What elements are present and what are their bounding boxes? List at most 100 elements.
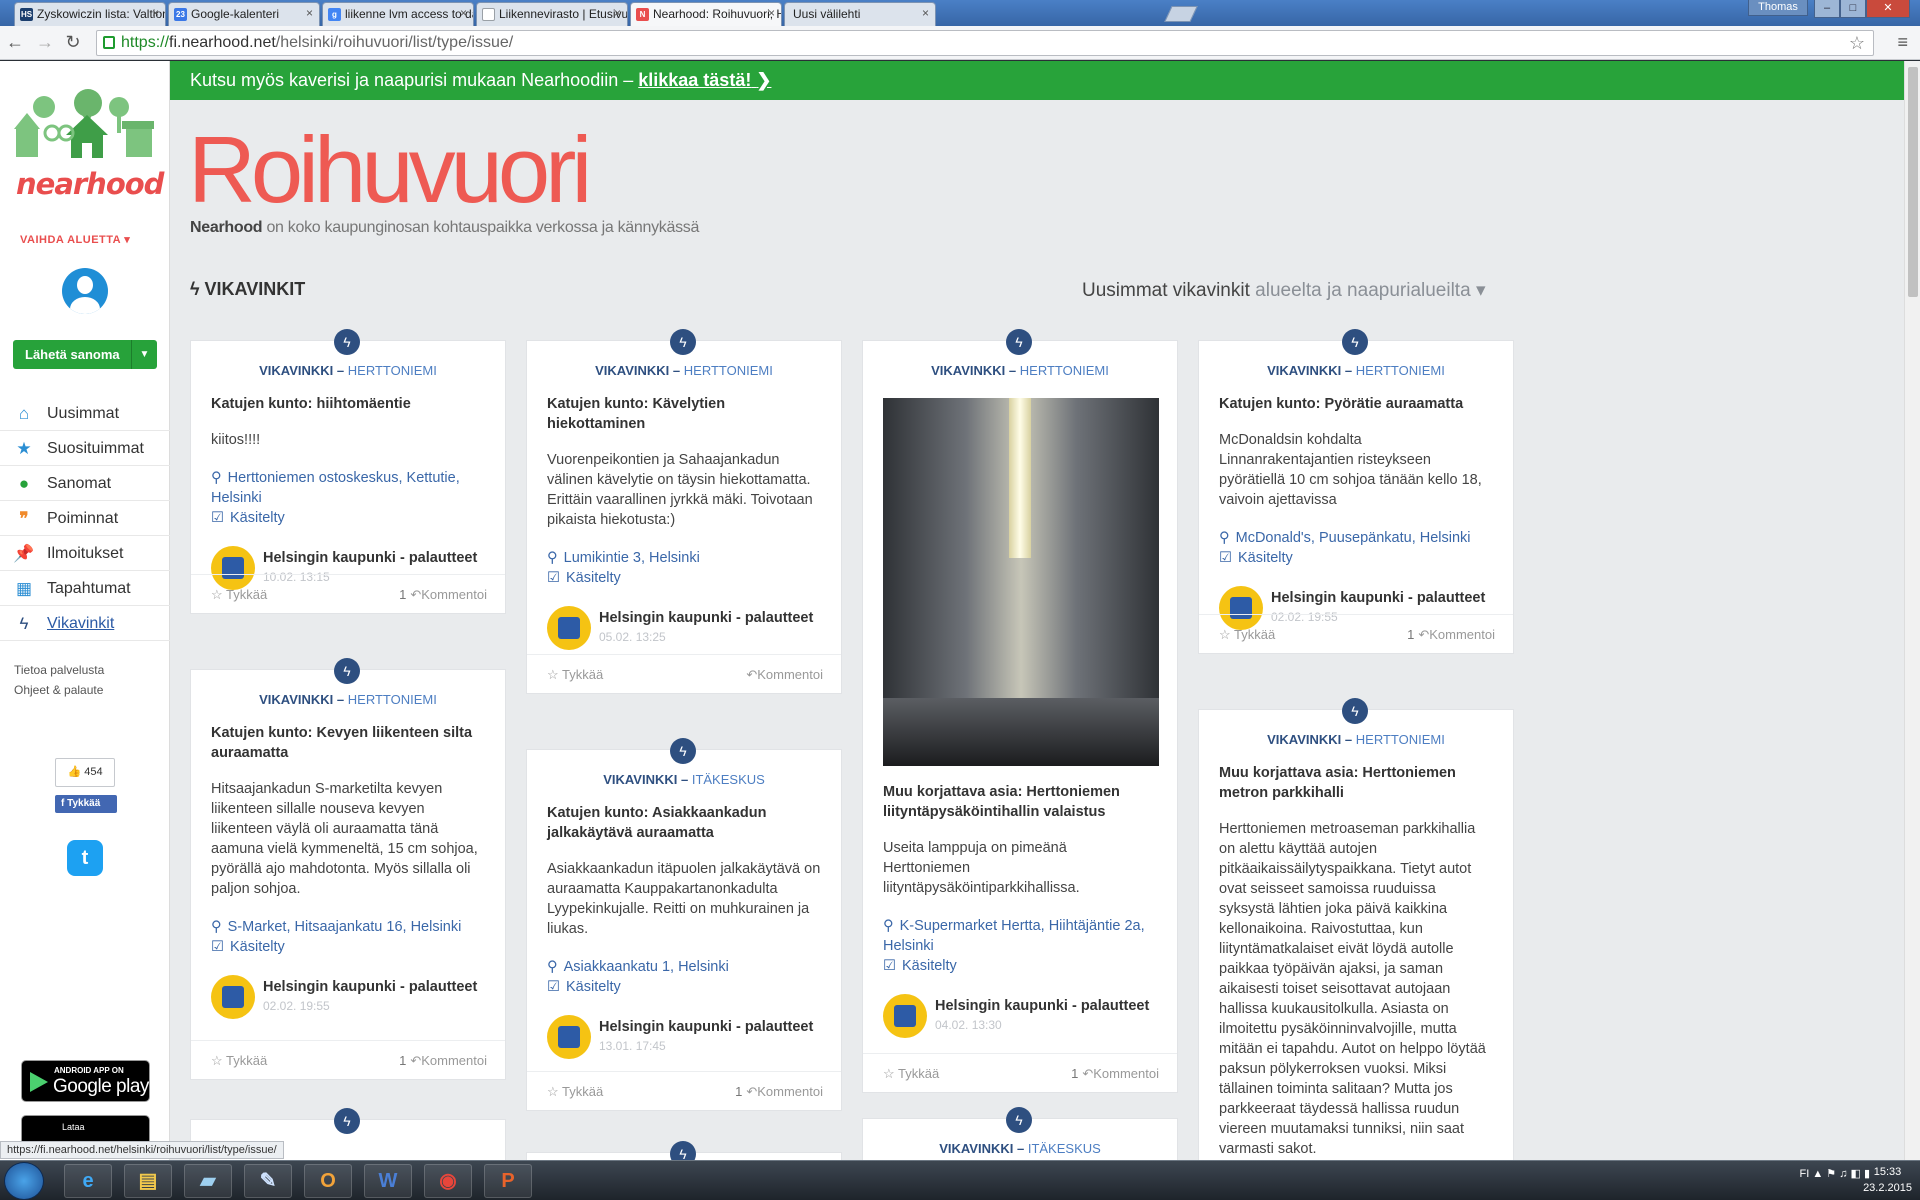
close-icon[interactable]: ×	[460, 6, 467, 20]
tab-zyskowiczin[interactable]: HS Zyskowiczin lista: Valtionti ×	[14, 2, 166, 26]
card-location[interactable]: ⚲ Herttoniemen ostoskeskus, Kettutie, Hel…	[211, 468, 485, 508]
card-location[interactable]: ⚲ S-Market, Hitsaajankatu 16, Helsinki	[211, 917, 485, 937]
files-icon[interactable]: ▰	[184, 1164, 232, 1198]
card-location[interactable]: ⚲ Asiakkaankatu 1, Helsinki	[547, 957, 821, 977]
invite-link[interactable]: klikkaa tästä! ❯	[638, 70, 771, 90]
bolt-icon: ϟ	[1006, 329, 1032, 355]
tab-new[interactable]: Uusi välilehti ×	[784, 2, 936, 26]
send-message-button[interactable]: Lähetä sanoma ▼	[13, 340, 157, 369]
powerpoint-icon[interactable]: P	[484, 1164, 532, 1198]
like-button[interactable]: ☆ Tykkää	[211, 575, 267, 613]
explorer-icon[interactable]: ▤	[124, 1164, 172, 1198]
close-icon[interactable]: ×	[922, 6, 929, 20]
issue-card[interactable]: VIKAVINKKI – HERTTONIEMI Muu korjattava …	[862, 340, 1178, 1093]
like-button[interactable]: ☆ Tykkää	[211, 1041, 267, 1079]
outlook-icon[interactable]: O	[304, 1164, 352, 1198]
sidebar-item-uusimmat[interactable]: ⌂ Uusimmat	[0, 396, 170, 431]
sidebar-item-vikavinkit[interactable]: ϟ Vikavinkit	[0, 606, 170, 641]
card-title[interactable]: Katujen kunto: Kävelytien hiekottaminen	[547, 394, 821, 434]
tab-nearhood[interactable]: N Nearhood: Roihuvuori, He ×	[630, 2, 782, 26]
scrollbar-thumb[interactable]	[1908, 67, 1918, 297]
help-feedback-link[interactable]: Ohjeet & palaute	[14, 680, 104, 700]
chrome-icon[interactable]: ◉	[424, 1164, 472, 1198]
sort-area-dropdown[interactable]: alueelta ja naapurialueilta ▾	[1255, 280, 1485, 301]
card-title[interactable]: Muu korjattava asia: Herttoniemen metron…	[1219, 763, 1493, 803]
card-author[interactable]: Helsingin kaupunki - palautteet 13.01. 1…	[547, 1015, 821, 1059]
word-icon[interactable]: W	[364, 1164, 412, 1198]
like-button[interactable]: ☆ Tykkää	[883, 1054, 939, 1092]
user-avatar[interactable]	[62, 268, 108, 314]
like-button[interactable]: ☆ Tykkää	[547, 655, 603, 693]
change-area-dropdown[interactable]: VAIHDA ALUETTA ▾	[20, 233, 130, 246]
sidebar-item-suosituimmat[interactable]: ★ Suosituimmat	[0, 431, 170, 466]
close-icon[interactable]: ×	[152, 6, 159, 20]
card-author[interactable]: Helsingin kaupunki - palautteet 05.02. 1…	[547, 606, 821, 650]
card-author[interactable]: Helsingin kaupunki - palautteet 04.02. 1…	[883, 994, 1157, 1038]
map-pin-icon: ⚲	[547, 959, 558, 975]
close-window-button[interactable]: ✕	[1866, 0, 1910, 18]
card-location[interactable]: ⚲ Lumikintie 3, Helsinki	[547, 548, 821, 568]
sidebar-item-tapahtumat[interactable]: ▦ Tapahtumat	[0, 571, 170, 606]
facebook-like-button[interactable]: f Tykkää	[55, 795, 117, 813]
tab-google-calendar[interactable]: 23 Google-kalenteri ×	[168, 2, 320, 26]
caret-down-icon: ▾	[1475, 280, 1486, 301]
card-author[interactable]: Helsingin kaupunki - palautteet 02.02. 1…	[211, 975, 485, 1019]
issue-card[interactable]: VIKAVINKKI – HERTTONIEMI Katujen kunto: …	[190, 669, 506, 1080]
issue-card[interactable]: VIKAVINKKI – HERTTONIEMI Katujen kunto: …	[1198, 340, 1514, 654]
windows-start-button[interactable]	[4, 1162, 44, 1200]
card-body: Herttoniemen metroaseman parkkihallia on…	[1219, 821, 1486, 1157]
ie-icon[interactable]: e	[64, 1164, 112, 1198]
maximize-button[interactable]: □	[1840, 0, 1866, 18]
comment-button[interactable]: 1 ↶Kommentoi	[735, 1072, 823, 1110]
close-icon[interactable]: ×	[306, 6, 313, 20]
checkbox-icon: ☑	[883, 958, 896, 974]
paint-icon[interactable]: ✎	[244, 1164, 292, 1198]
issue-card[interactable]: VIKAVINKKI – ITÄKESKUS Katujen kunto: As…	[526, 749, 842, 1111]
comment-button[interactable]: 1 ↶Kommentoi	[399, 1041, 487, 1079]
card-footer: ☆ Tykkää 1 ↶Kommentoi	[527, 1071, 841, 1110]
like-button[interactable]: ☆ Tykkää	[1219, 615, 1275, 653]
twitter-bird-icon[interactable]: t	[67, 840, 103, 876]
comment-button[interactable]: ↶Kommentoi	[742, 655, 823, 693]
card-title[interactable]: Muu korjattava asia: Herttoniemen liityn…	[883, 782, 1157, 822]
comment-button[interactable]: 1 ↶Kommentoi	[399, 575, 487, 613]
close-icon[interactable]: ×	[768, 6, 775, 20]
hamburger-menu-icon[interactable]: ≡	[1897, 32, 1908, 53]
back-icon[interactable]: ←	[4, 32, 26, 53]
nearhood-logo[interactable]: nearhood	[14, 89, 164, 201]
reload-icon[interactable]: ↻	[62, 32, 84, 53]
sidebar-item-poiminnat[interactable]: ❞ Poiminnat	[0, 501, 170, 536]
about-link[interactable]: Tietoa palvelusta	[14, 660, 104, 680]
send-options-caret-icon[interactable]: ▼	[131, 340, 157, 369]
forward-icon[interactable]: →	[34, 32, 56, 53]
address-bar[interactable]: https://fi.nearhood.net/helsinki/roihuvu…	[96, 30, 1874, 56]
close-icon[interactable]: ×	[614, 6, 621, 20]
comment-button[interactable]: 1 ↶Kommentoi	[1071, 1054, 1159, 1092]
tab-google-search[interactable]: g liikenne lvm access to dat ×	[322, 2, 474, 26]
tab-liikennevirasto[interactable]: Liikennevirasto | Etusivu ×	[476, 2, 628, 26]
helsinki-crest-avatar	[547, 1015, 591, 1059]
user-profile-button[interactable]: Thomas	[1748, 0, 1808, 16]
comment-button[interactable]: 1 ↶Kommentoi	[1407, 615, 1495, 653]
card-title[interactable]: Katujen kunto: Pyörätie auraamatta	[1219, 394, 1493, 414]
bookmark-star-icon[interactable]: ☆	[1849, 31, 1865, 55]
card-location[interactable]: ⚲ McDonald's, Puusepänkatu, Helsinki	[1219, 528, 1493, 548]
like-button[interactable]: ☆ Tykkää	[547, 1072, 603, 1110]
issue-card[interactable]: VIKAVINKKI – HERTTONIEMI Muu korjattava …	[1198, 709, 1514, 1160]
issue-card[interactable]: VIKAVINKKI – HERTTONIEMI Katujen kunto: …	[526, 340, 842, 694]
card-location[interactable]: ⚲ K-Supermarket Hertta, Hiihtäjäntie 2a, …	[883, 916, 1157, 956]
google-play-badge[interactable]: ANDROID APP ON Google play	[21, 1060, 150, 1102]
card-title[interactable]: Katujen kunto: Kevyen liikenteen silta a…	[211, 723, 485, 763]
sidebar-item-ilmoitukset[interactable]: 📌 Ilmoitukset	[0, 536, 170, 571]
page-scrollbar[interactable]	[1904, 61, 1920, 1160]
issue-card[interactable]: VIKAVINKKI – HERTTONIEMI Katujen kunto: …	[190, 340, 506, 614]
system-clock[interactable]: 15:33 23.2.2015	[1863, 1164, 1912, 1196]
issue-photo[interactable]	[883, 398, 1159, 766]
new-tab-button[interactable]	[1164, 6, 1198, 22]
card-title[interactable]: Katujen kunto: Asiakkaankadun jalkakäytä…	[547, 803, 821, 843]
tray-icons[interactable]: ▲ ⚑ ♫ ◧ ▮	[1812, 1168, 1870, 1180]
ceiling-lamp	[1009, 398, 1031, 558]
sidebar-item-sanomat[interactable]: ● Sanomat	[0, 466, 170, 501]
minimize-button[interactable]: –	[1814, 0, 1840, 18]
card-title[interactable]: Katujen kunto: hiihtomäentie	[211, 394, 485, 414]
